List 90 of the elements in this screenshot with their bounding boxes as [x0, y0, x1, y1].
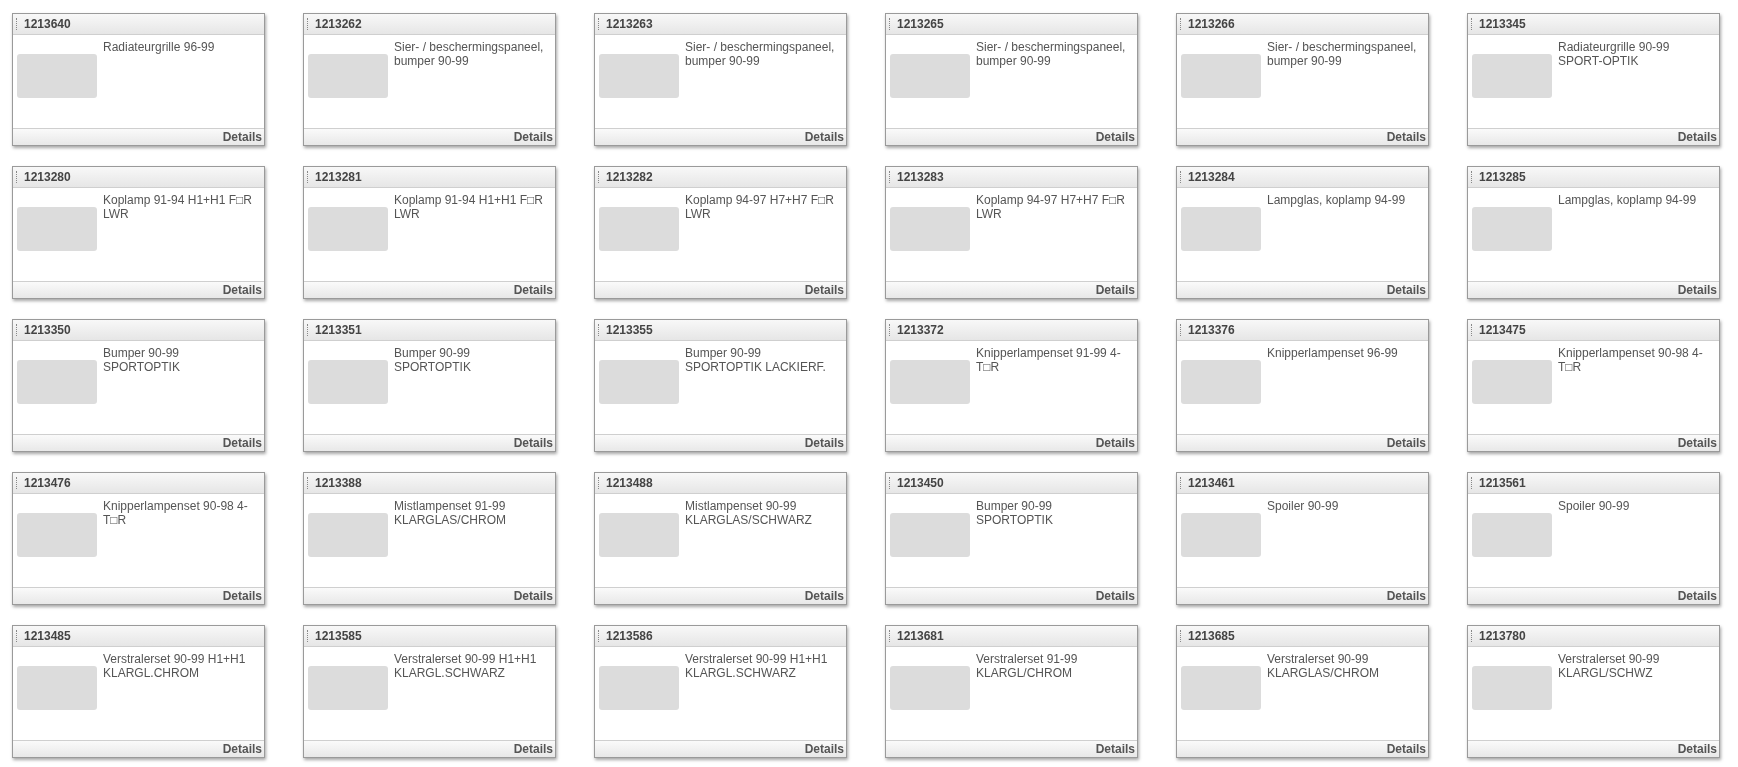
product-number: 1213640: [24, 17, 71, 31]
product-name: Sier- / beschermingspaneel, bumper 90-99: [1267, 40, 1418, 70]
details-link[interactable]: Details: [1386, 130, 1426, 144]
product-number: 1213561: [1479, 476, 1526, 490]
details-link[interactable]: Details: [222, 436, 262, 450]
details-link[interactable]: Details: [1677, 436, 1717, 450]
product-name: Sier- / beschermingspaneel, bumper 90-99: [685, 40, 836, 70]
product-number: 1213388: [315, 476, 362, 490]
product-number: 1213681: [897, 629, 944, 643]
details-link[interactable]: Details: [222, 283, 262, 297]
product-number: 1213475: [1479, 323, 1526, 337]
details-link[interactable]: Details: [1386, 589, 1426, 603]
product-name: Bumper 90-99 SPORTOPTIK LACKIERF.: [685, 346, 827, 376]
product-number: 1213488: [606, 476, 653, 490]
product-number: 1213281: [315, 170, 362, 184]
product-name: Sier- / beschermingspaneel, bumper 90-99: [394, 40, 545, 70]
details-link[interactable]: Details: [513, 283, 553, 297]
details-link[interactable]: Details: [804, 589, 844, 603]
product-name: Radiateurgrille 96-99: [103, 40, 216, 56]
product-number: 1213355: [606, 323, 653, 337]
product-number: 1213284: [1188, 170, 1235, 184]
product-name: Verstralerset 90-99 KLARGL/SCHWZ: [1558, 652, 1661, 682]
product-name: Bumper 90-99 SPORTOPTIK: [976, 499, 1054, 529]
product-name: Verstralerset 90-99 H1+H1 KLARGL.CHROM: [103, 652, 247, 682]
details-link[interactable]: Details: [1386, 436, 1426, 450]
product-name: Knipperlampenset 90-98 4-T□R: [1558, 346, 1704, 376]
details-link[interactable]: Details: [513, 742, 553, 756]
details-link[interactable]: Details: [1677, 742, 1717, 756]
details-link[interactable]: Details: [1386, 283, 1426, 297]
details-link[interactable]: Details: [1095, 589, 1135, 603]
product-name: Radiateurgrille 90-99 SPORT-OPTIK: [1558, 40, 1671, 70]
details-link[interactable]: Details: [222, 589, 262, 603]
product-name: Verstralerset 90-99 H1+H1 KLARGL.SCHWARZ: [685, 652, 829, 682]
product-name: Spoiler 90-99: [1558, 499, 1631, 515]
product-number: 1213263: [606, 17, 653, 31]
details-link[interactable]: Details: [804, 436, 844, 450]
product-number: 1213280: [24, 170, 71, 184]
product-name: Knipperlampenset 90-98 4-T□R: [103, 499, 249, 529]
product-name: Verstralerset 91-99 KLARGL/CHROM: [976, 652, 1079, 682]
product-number: 1213265: [897, 17, 944, 31]
product-name: Lampglas, koplamp 94-99: [1558, 193, 1698, 209]
product-number: 1213285: [1479, 170, 1526, 184]
product-name: Knipperlampenset 96-99: [1267, 346, 1399, 362]
details-link[interactable]: Details: [804, 742, 844, 756]
product-number: 1213485: [24, 629, 71, 643]
details-link[interactable]: Details: [222, 742, 262, 756]
product-name: Lampglas, koplamp 94-99: [1267, 193, 1407, 209]
details-link[interactable]: Details: [1095, 742, 1135, 756]
details-link[interactable]: Details: [1677, 589, 1717, 603]
product-name: Spoiler 90-99: [1267, 499, 1340, 515]
product-number: 1213266: [1188, 17, 1235, 31]
product-number: 1213345: [1479, 17, 1526, 31]
details-link[interactable]: Details: [513, 436, 553, 450]
details-link[interactable]: Details: [222, 130, 262, 144]
details-link[interactable]: Details: [1386, 742, 1426, 756]
details-link[interactable]: Details: [804, 130, 844, 144]
product-number: 1213585: [315, 629, 362, 643]
product-name: Verstralerset 90-99 H1+H1 KLARGL.SCHWARZ: [394, 652, 538, 682]
details-link[interactable]: Details: [1677, 283, 1717, 297]
product-name: Bumper 90-99 SPORTOPTIK: [394, 346, 472, 376]
product-number: 1213476: [24, 476, 71, 490]
product-name: Sier- / beschermingspaneel, bumper 90-99: [976, 40, 1127, 70]
product-name: Knipperlampenset 91-99 4-T□R: [976, 346, 1122, 376]
product-number: 1213376: [1188, 323, 1235, 337]
product-number: 1213351: [315, 323, 362, 337]
product-number: 1213282: [606, 170, 653, 184]
details-link[interactable]: Details: [513, 589, 553, 603]
details-link[interactable]: Details: [804, 283, 844, 297]
product-name: Koplamp 91-94 H1+H1 F□R LWR: [103, 193, 253, 223]
product-number: 1213780: [1479, 629, 1526, 643]
product-name: Koplamp 94-97 H7+H7 F□R LWR: [685, 193, 835, 223]
product-number: 1213450: [897, 476, 944, 490]
product-number: 1213461: [1188, 476, 1235, 490]
product-number: 1213685: [1188, 629, 1235, 643]
product-number: 1213372: [897, 323, 944, 337]
product-number: 1213350: [24, 323, 71, 337]
product-number: 1213283: [897, 170, 944, 184]
product-name: Koplamp 91-94 H1+H1 F□R LWR: [394, 193, 544, 223]
product-name: Verstralerset 90-99 KLARGLAS/CHROM: [1267, 652, 1381, 682]
details-link[interactable]: Details: [1095, 283, 1135, 297]
product-name: Koplamp 94-97 H7+H7 F□R LWR: [976, 193, 1126, 223]
details-link[interactable]: Details: [1677, 130, 1717, 144]
details-link[interactable]: Details: [513, 130, 553, 144]
product-number: 1213586: [606, 629, 653, 643]
product-name: Mistlampenset 90-99 KLARGLAS/SCHWARZ: [685, 499, 813, 529]
product-number: 1213262: [315, 17, 362, 31]
product-name: Bumper 90-99 SPORTOPTIK: [103, 346, 181, 376]
details-link[interactable]: Details: [1095, 436, 1135, 450]
details-link[interactable]: Details: [1095, 130, 1135, 144]
product-name: Mistlampenset 91-99 KLARGLAS/CHROM: [394, 499, 508, 529]
